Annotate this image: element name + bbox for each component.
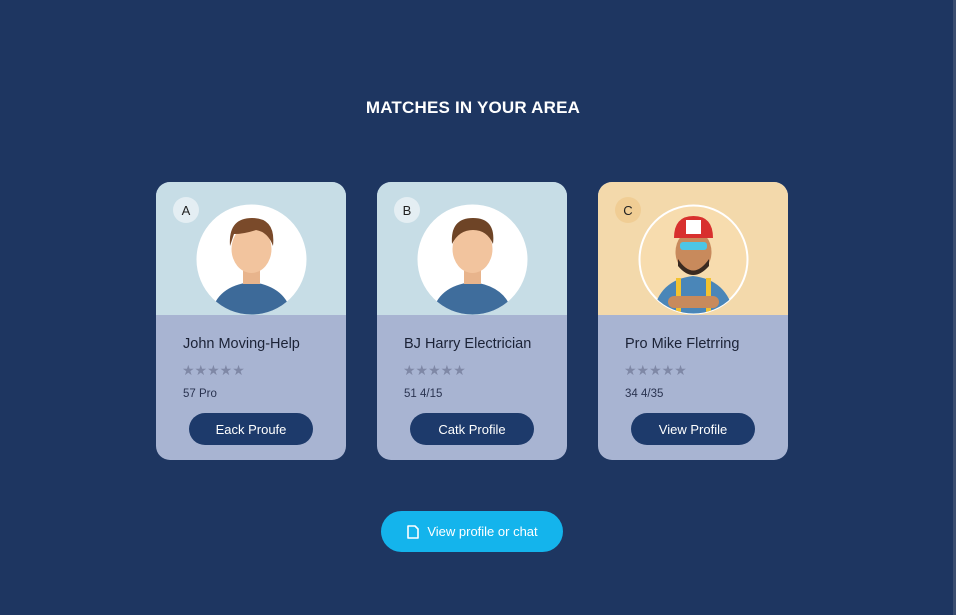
card-header: B — [377, 182, 567, 315]
profile-button[interactable]: Eack Proufe — [189, 413, 313, 445]
card-header: C — [598, 182, 788, 315]
avatar — [417, 204, 528, 315]
rating-stars: ★★★★★ — [624, 362, 687, 378]
document-icon — [407, 524, 420, 539]
match-card-c[interactable]: C Pro Mike Fletrring ★★★★★ 34 4/35 View … — [598, 182, 788, 460]
card-meta: 57 Pro — [183, 388, 217, 400]
avatar — [196, 204, 307, 315]
card-meta: 51 4/15 — [404, 388, 443, 400]
rating-stars: ★★★★★ — [403, 362, 466, 378]
card-name: Pro Mike Fletrring — [625, 336, 740, 352]
card-name: John Moving-Help — [183, 336, 300, 352]
rating-stars: ★★★★★ — [182, 362, 245, 378]
card-meta: 34 4/35 — [625, 388, 664, 400]
avatar — [638, 204, 749, 315]
profile-button[interactable]: View Profile — [631, 413, 755, 445]
view-profile-or-chat-button[interactable]: View profile or chat — [381, 511, 563, 552]
card-header: A — [156, 182, 346, 315]
card-name: BJ Harry Electrician — [404, 336, 532, 352]
match-card-a[interactable]: A John Moving-Help ★★★★★ 57 Pro Eack Pro… — [156, 182, 346, 460]
page-title: MATCHES IN YOUR AREA — [365, 98, 581, 117]
profile-button[interactable]: Catk Profile — [410, 413, 534, 445]
cta-label: View profile or chat — [427, 524, 538, 539]
match-card-b[interactable]: B BJ Harry Electrician ★★★★★ 51 4/15 Cat… — [377, 182, 567, 460]
